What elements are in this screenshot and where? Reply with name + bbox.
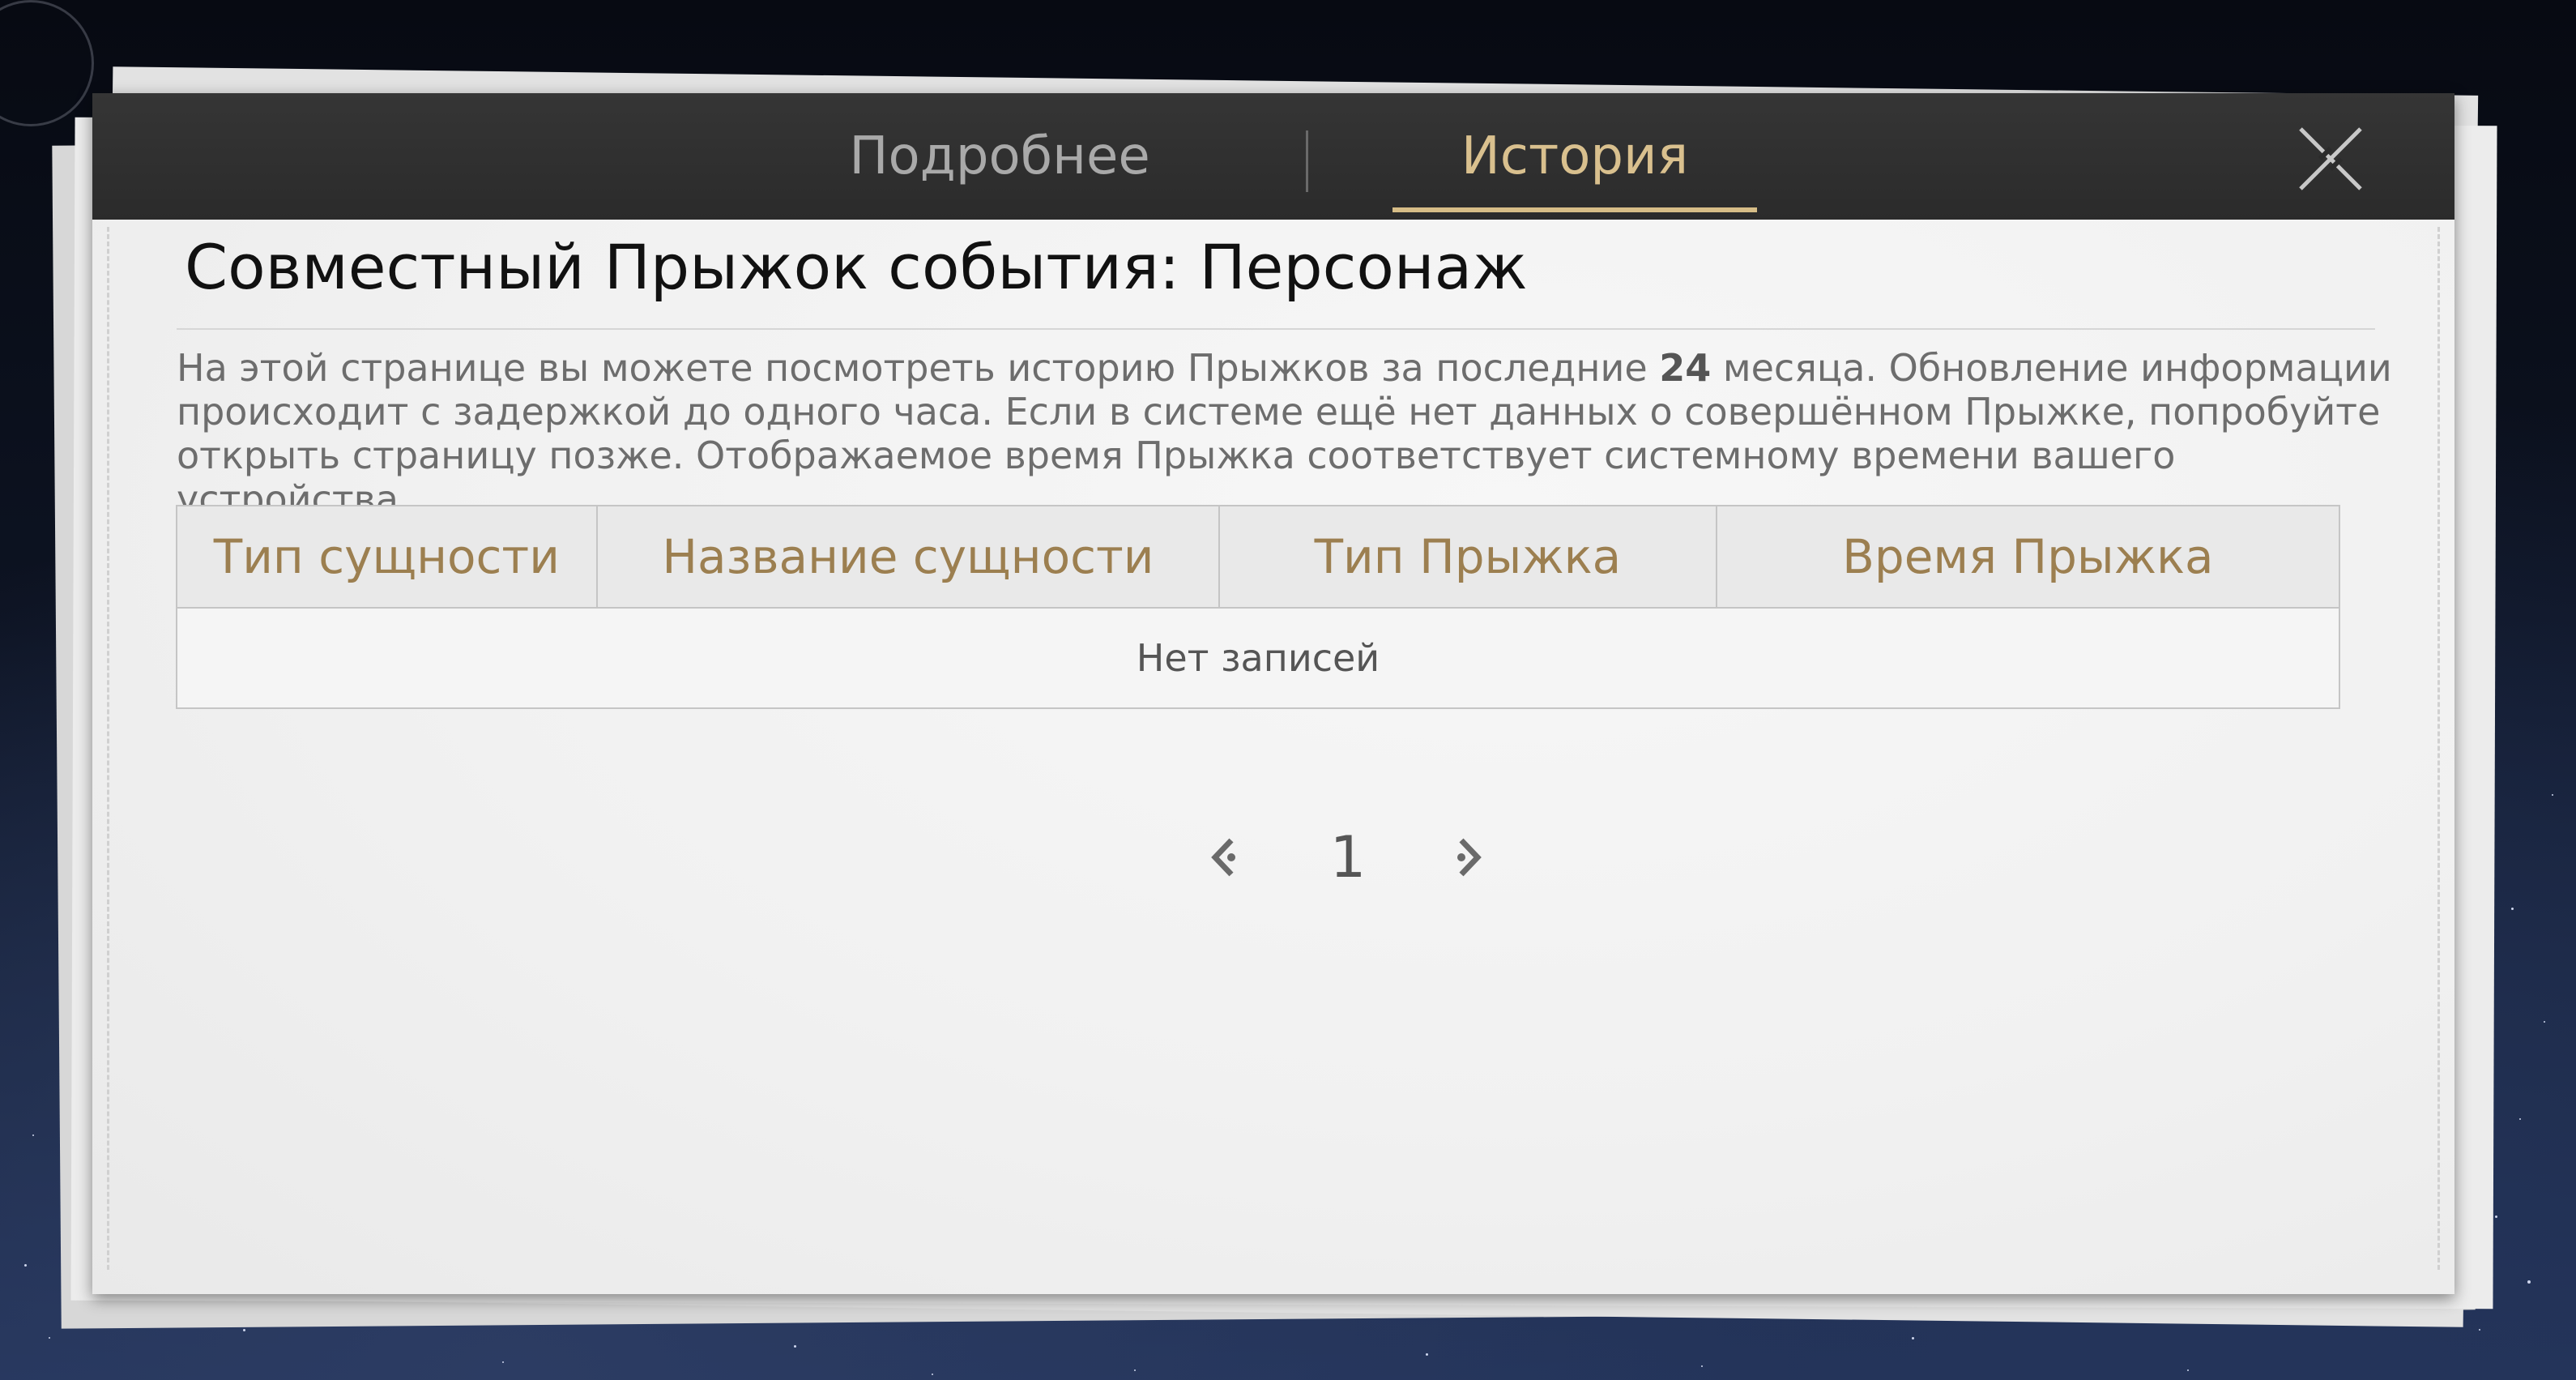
current-page-number: 1 [1329, 824, 1367, 891]
description-text: На этой странице вы можете посмотреть ис… [177, 346, 2396, 521]
star [2527, 1280, 2531, 1284]
star [49, 1337, 50, 1339]
tab-history[interactable]: История [1392, 93, 1757, 220]
column-entity-name: Название сущности [595, 505, 1221, 609]
tab-details[interactable]: Подробнее [789, 93, 1210, 220]
star [1701, 1365, 1703, 1367]
page-title: Совместный Прыжок события: Персонаж [185, 231, 1528, 303]
description-months: 24 [1659, 346, 1712, 390]
star [2479, 1329, 2480, 1331]
star [2187, 1369, 2189, 1371]
star [1912, 1337, 1914, 1339]
column-entity-type: Тип сущности [176, 505, 598, 609]
empty-records-message: Нет записей [176, 607, 2340, 709]
description-part-1: На этой странице вы можете посмотреть ис… [177, 346, 1660, 390]
star [932, 1374, 933, 1375]
column-jump-time: Время Прыжка [1715, 505, 2341, 609]
history-panel: Подробнее История Совместный Прыжок собы… [92, 93, 2454, 1294]
star [502, 1361, 504, 1363]
table-header-row: Тип сущности Название сущности Тип Прыжк… [176, 505, 2341, 609]
column-jump-type: Тип Прыжка [1218, 505, 1717, 609]
star [24, 1264, 27, 1267]
chevron-right-icon [1457, 838, 1482, 877]
prev-page-button[interactable] [1202, 829, 1247, 886]
star [2519, 1118, 2521, 1120]
pagination: 1 [1145, 813, 1550, 902]
star [2552, 794, 2553, 796]
chevron-left-icon [1211, 838, 1235, 877]
close-button[interactable] [2296, 124, 2365, 194]
star [2495, 1216, 2497, 1218]
star [2511, 908, 2514, 910]
active-tab-indicator [1392, 207, 1757, 212]
close-icon [2299, 127, 2362, 190]
star [794, 1345, 796, 1348]
next-page-button[interactable] [1445, 829, 1491, 886]
star [32, 1134, 34, 1136]
tab-bar: Подробнее История [92, 93, 2454, 220]
records-table: Тип сущности Название сущности Тип Прыжк… [176, 505, 2341, 709]
moon-decoration [0, 0, 94, 126]
star [2544, 1021, 2545, 1023]
title-divider [177, 328, 2375, 330]
star [1426, 1353, 1428, 1356]
tab-divider [1306, 130, 1308, 192]
star [243, 1329, 245, 1331]
table-row: Нет записей [176, 607, 2340, 709]
star [1134, 1369, 1136, 1371]
